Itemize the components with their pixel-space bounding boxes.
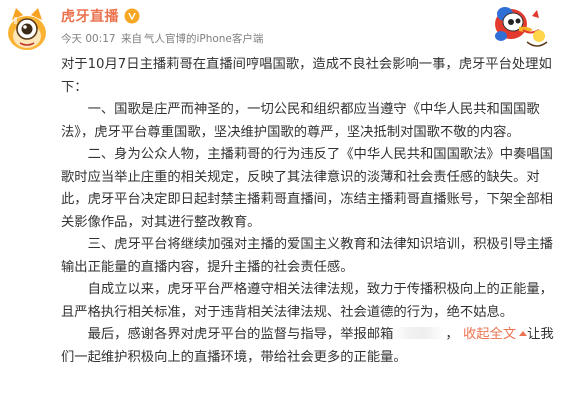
- post-paragraph-4: 自成立以来，虎牙平台严格遵守相关法律法规，致力于传播积极向上的正能量，且严格执行…: [61, 282, 553, 320]
- weibo-post: 虎牙直播 今天 00:17 来自 气人官博的iPhone客户端 对于10月7日主…: [0, 0, 567, 410]
- post-body: 对于10月7日主播莉哥在直播间哼唱国歌，造成不良社会影响一事，虎牙平台处理如下：…: [61, 54, 561, 369]
- post-source[interactable]: 气人官博的iPhone客户端: [144, 33, 263, 45]
- post-paragraph-2: 二、身为公众人物，主播莉哥的行为违反了《中华人民共和国国歌法》中奏唱国歌时应当举…: [61, 147, 553, 230]
- post-paragraph-5: 最后，感谢各界对虎牙平台的监督与指导，举报邮箱， 收起全文 让我们一起维护积极向上…: [61, 324, 561, 369]
- verified-v-icon[interactable]: [124, 8, 140, 24]
- post-paragraph-3: 三、虎牙平台将继续加强对主播的爱国主义教育和法律知识培训，积极引导主播输出正能量…: [61, 237, 553, 275]
- report-email-redacted: [393, 327, 446, 339]
- source-prefix: 来自: [120, 33, 142, 45]
- post-paragraph-5-start: 最后，感谢各界对虎牙平台的监督与指导，举报邮箱: [87, 327, 394, 342]
- post-paragraph-5-mid: ，: [445, 327, 459, 342]
- post-meta: 今天 00:17 来自 气人官博的iPhone客户端: [61, 31, 265, 46]
- author-row: 虎牙直播: [61, 6, 140, 26]
- collapse-full-text-link[interactable]: 收起全文: [462, 327, 528, 342]
- collapse-label: 收起全文: [462, 327, 517, 342]
- huya-mascot-avatar-icon: [4, 7, 50, 53]
- chevron-up-icon: [519, 331, 528, 336]
- post-time[interactable]: 今天 00:17: [61, 33, 116, 45]
- duck-sticker-icon: [487, 0, 555, 52]
- post-paragraph-1: 一、国歌是庄严而神圣的，一切公民和组织都应当遵守《中华人民共和国国歌法》，虎牙平…: [61, 102, 540, 140]
- avatar[interactable]: [3, 6, 51, 54]
- post-intro: 对于10月7日主播莉哥在直播间哼唱国歌，造成不良社会影响一事，虎牙平台处理如下：: [61, 57, 552, 95]
- author-name[interactable]: 虎牙直播: [61, 6, 119, 26]
